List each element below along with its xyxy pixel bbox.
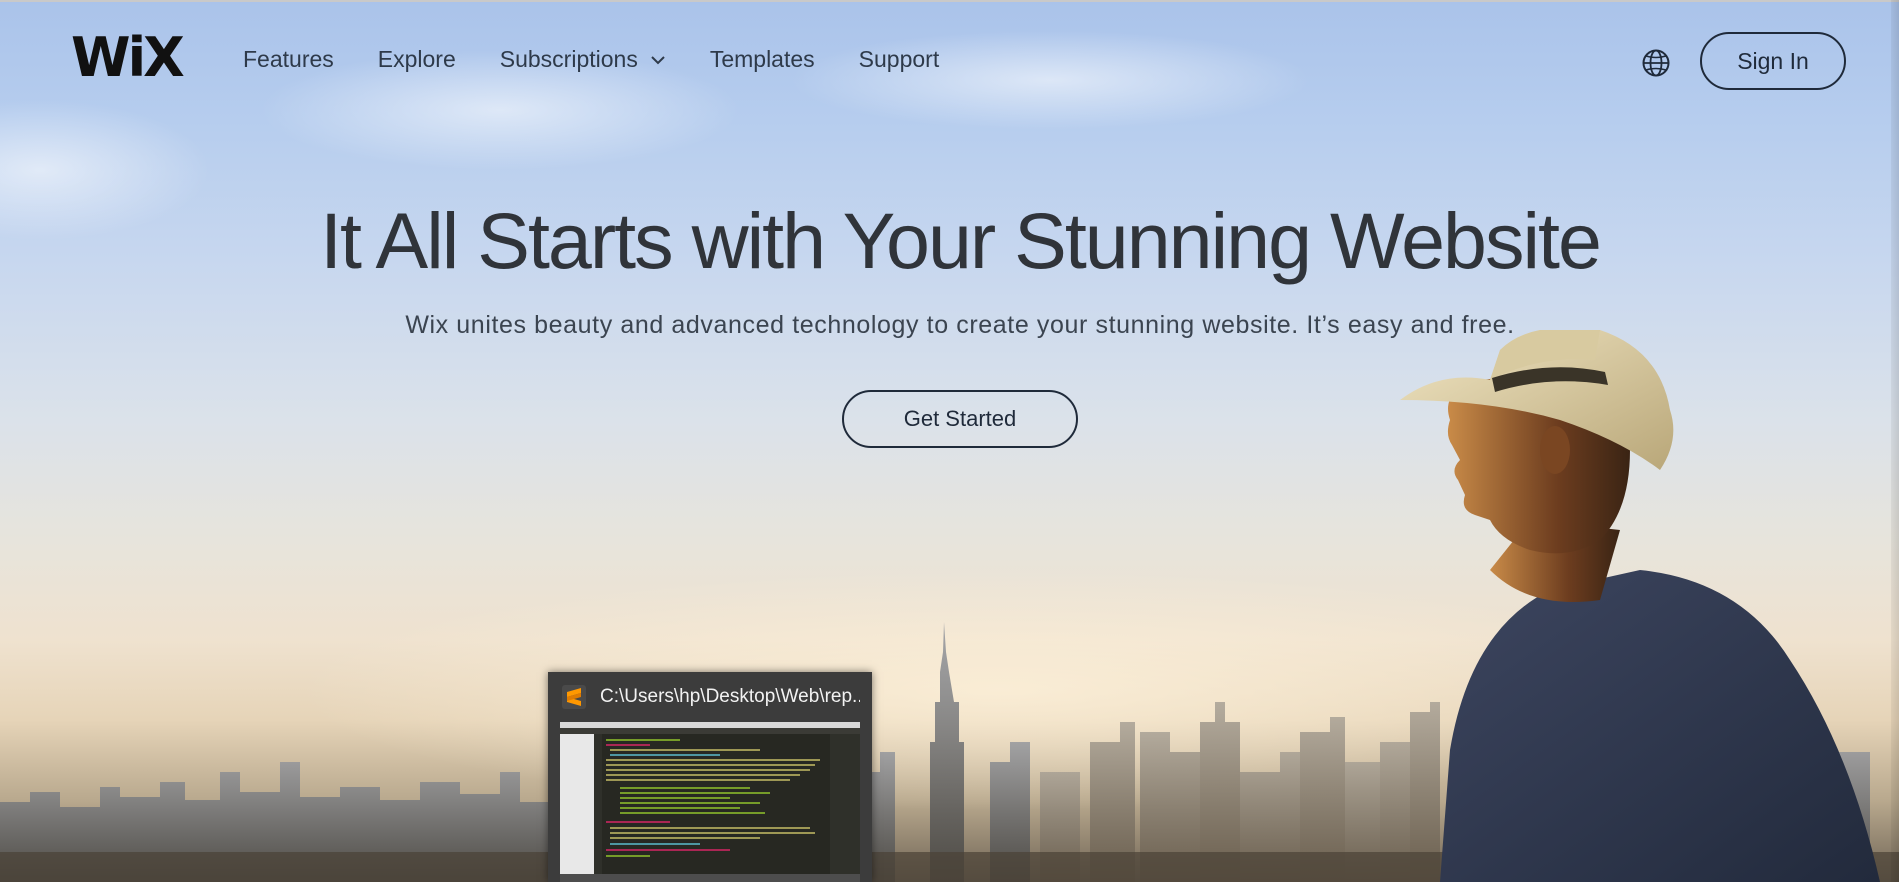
globe-icon[interactable] (1641, 48, 1671, 78)
hero-title: It All Starts with Your Stunning Website (320, 196, 1602, 285)
nav-explore-label: Explore (377, 46, 456, 72)
preview-header: C:\Users\hp\Desktop\Web\rep... (548, 672, 872, 722)
window-top-border (0, 0, 1899, 2)
get-started-button[interactable]: Get Started (842, 390, 1078, 448)
editor-thumbnail (560, 722, 860, 882)
nav-support[interactable]: Support (859, 46, 940, 73)
hero-subtitle: Wix unites beauty and advanced technolog… (405, 311, 1515, 339)
nav-features[interactable]: Features (243, 46, 334, 73)
nav-subscriptions-label: Subscriptions (499, 46, 638, 72)
nav-subscriptions[interactable]: Subscriptions (500, 46, 666, 73)
sign-in-label: Sign In (1737, 47, 1809, 74)
nav-templates-label: Templates (709, 46, 815, 72)
man-in-hat-photo (1400, 330, 1880, 882)
taskbar-window-preview[interactable]: C:\Users\hp\Desktop\Web\rep... (548, 672, 872, 882)
nav-explore[interactable]: Explore (378, 46, 456, 73)
page-scrollbar[interactable] (1891, 0, 1899, 882)
main-navigation: Features Explore Subscriptions Templates… (243, 46, 983, 73)
chevron-down-icon (651, 55, 665, 64)
nav-templates[interactable]: Templates (710, 46, 815, 73)
sign-in-button[interactable]: Sign In (1700, 32, 1846, 90)
wix-logo[interactable]: WiX (71, 32, 189, 84)
preview-window-title: C:\Users\hp\Desktop\Web\rep... (600, 686, 860, 707)
sublime-text-icon (562, 685, 586, 709)
svg-text:WiX: WiX (71, 32, 184, 84)
nav-features-label: Features (243, 46, 334, 72)
nav-support-label: Support (858, 46, 940, 72)
get-started-label: Get Started (903, 406, 1017, 431)
